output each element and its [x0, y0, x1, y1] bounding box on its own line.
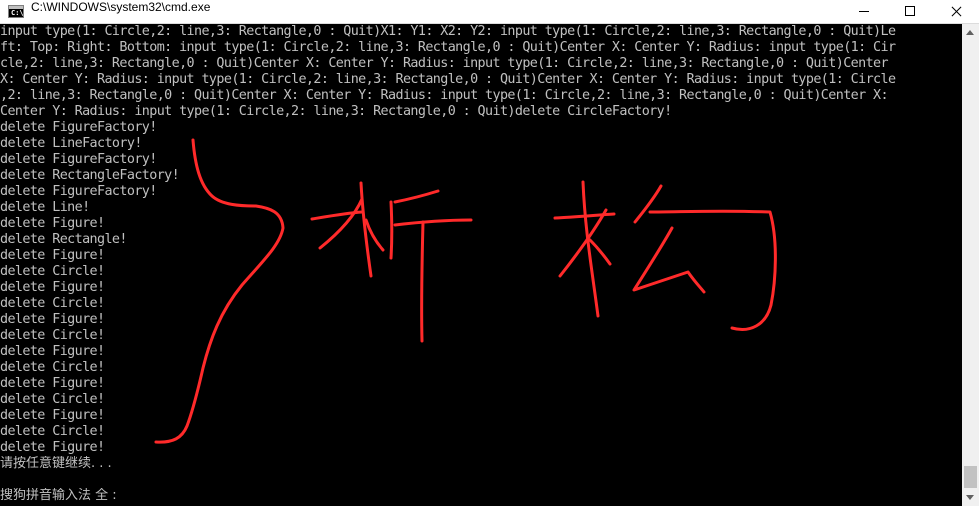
- console-line: delete Figure!: [0, 248, 105, 263]
- window-title: C:\WINDOWS\system32\cmd.exe: [31, 0, 211, 14]
- console-icon-glyph: C:\: [11, 9, 24, 17]
- scroll-thumb[interactable]: [964, 466, 977, 488]
- console-line: delete Figure!: [0, 344, 105, 359]
- console-line: delete Circle!: [0, 392, 105, 407]
- console-line: delete FigureFactory!: [0, 184, 157, 199]
- console-line: delete FigureFactory!: [0, 152, 157, 167]
- console-line: ,2: line,3: Rectangle,0 : Quit)Center X:…: [0, 88, 889, 103]
- console-line: delete Figure!: [0, 280, 105, 295]
- console-line: delete Figure!: [0, 440, 105, 455]
- console-line: X: Center Y: Radius: input type(1: Circl…: [0, 72, 896, 87]
- console-line: delete RectangleFactory!: [0, 168, 180, 183]
- console-line: delete Circle!: [0, 264, 105, 279]
- console-line: delete Figure!: [0, 408, 105, 423]
- console-line: delete Circle!: [0, 360, 105, 375]
- console-line: delete LineFactory!: [0, 136, 142, 151]
- console-line: delete Rectangle!: [0, 232, 127, 247]
- console-line: Center Y: Radius: input type(1: Circle,2…: [0, 104, 672, 119]
- vertical-scrollbar[interactable]: [962, 24, 979, 506]
- console-line: delete Figure!: [0, 376, 105, 391]
- console-line: cle,2: line,3: Rectangle,0 : Quit)Center…: [0, 56, 889, 71]
- close-button[interactable]: [933, 0, 979, 24]
- title-bar[interactable]: C:\ C:\WINDOWS\system32\cmd.exe: [0, 0, 979, 24]
- minimize-button[interactable]: [841, 0, 887, 24]
- console-line: ft: Top: Right: Bottom: input type(1: Ci…: [0, 40, 896, 55]
- console-line: delete Circle!: [0, 328, 105, 343]
- console-line: delete FigureFactory!: [0, 120, 157, 135]
- maximize-button[interactable]: [887, 0, 933, 24]
- console-line: input type(1: Circle,2: line,3: Rectangl…: [0, 24, 896, 39]
- console-icon: C:\: [8, 5, 24, 18]
- scroll-down-arrow-icon[interactable]: [962, 489, 979, 506]
- console-line: delete Circle!: [0, 424, 105, 439]
- console-line: delete Line!: [0, 200, 90, 215]
- scroll-up-arrow-icon[interactable]: [962, 24, 979, 41]
- console-line: delete Circle!: [0, 296, 105, 311]
- console-output[interactable]: input type(1: Circle,2: line,3: Rectangl…: [0, 24, 962, 506]
- console-line: delete Figure!: [0, 312, 105, 327]
- console-line: delete Figure!: [0, 216, 105, 231]
- console-line: 请按任意键继续. . .: [0, 456, 112, 471]
- console-line: 搜狗拼音输入法 全 :: [0, 488, 117, 503]
